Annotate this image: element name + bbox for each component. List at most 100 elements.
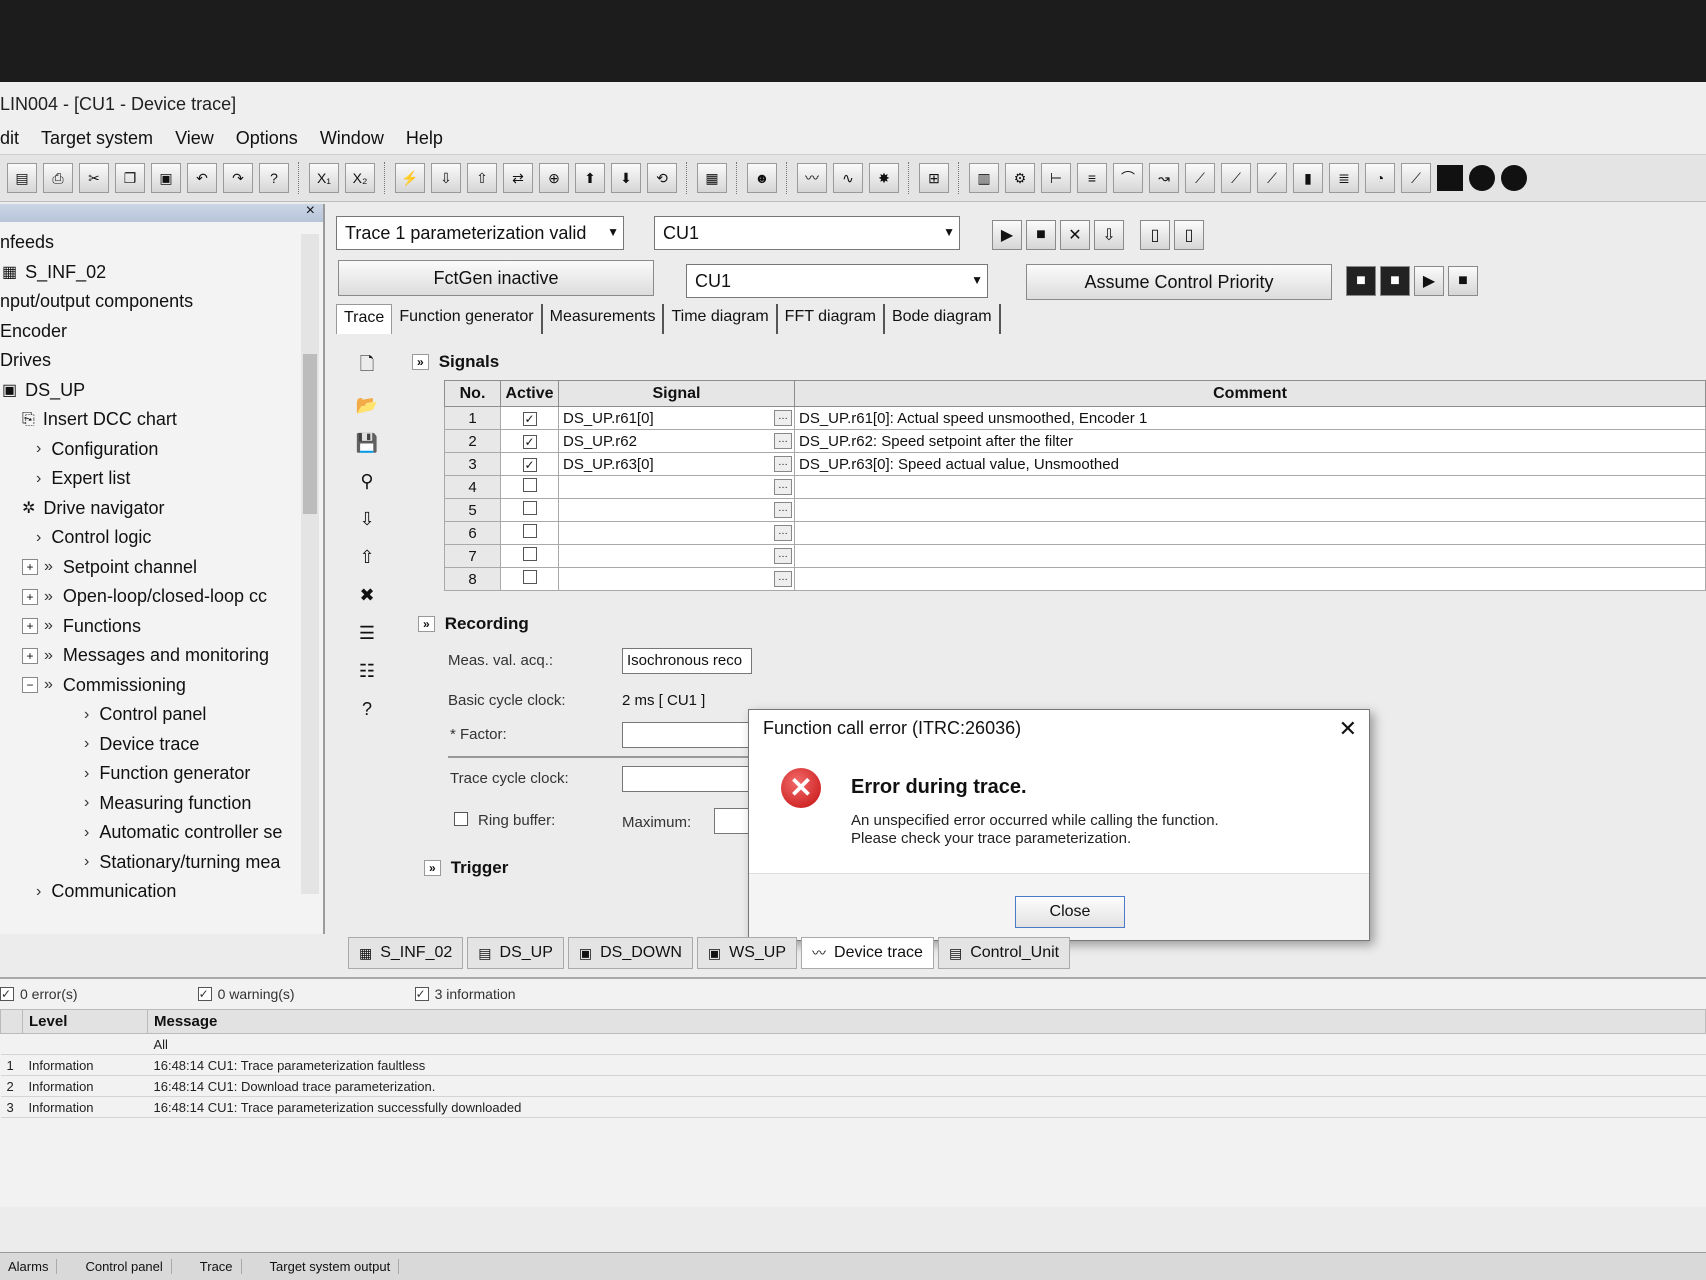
signal-cell[interactable]: DS_UP.r62… [558,429,795,453]
table-icon[interactable]: ▥ [969,163,999,193]
signal-active-cell[interactable] [500,567,559,591]
log-row[interactable]: 3 Information 16:48:14 CU1: Trace paramete… [0,1096,1706,1118]
signal-row[interactable]: 1 ✓ DS_UP.r61[0] … DS_UP.r61[0]: Actual spee… [444,406,1706,430]
ring-buffer-checkbox[interactable] [454,812,468,830]
tree-item[interactable]: Encoder [0,317,300,347]
ram-to-rom-icon[interactable]: ⊕ [539,163,569,193]
document-tab[interactable]: ▦ S_INF_02 [348,937,464,969]
tree-item[interactable]: ▣ DS_UP [0,376,300,406]
upload-signal-icon[interactable]: ⇧ [352,542,382,572]
signal-active-cell[interactable] [500,521,559,545]
signal-cell[interactable]: … [558,544,795,568]
chevron-right-icon[interactable]: › [84,706,89,724]
column-active[interactable]: Active [500,380,559,407]
log-row[interactable]: 1 Information 16:48:14 CU1: Trace paramete… [0,1054,1706,1076]
calculator-icon[interactable]: ▦ [697,163,727,193]
compare-icon[interactable]: ⇄ [503,163,533,193]
tree-item[interactable]: nfeeds [0,228,300,258]
fctgen-device-combo[interactable]: CU1 ▼ [686,264,988,298]
browse-signal-icon[interactable]: … [774,410,792,426]
copy-icon[interactable]: ❐ [115,163,145,193]
chevron-down-icon[interactable]: ▼ [971,273,983,287]
tree-item[interactable]: + » Messages and monitoring [0,641,300,671]
chevron-right-icon[interactable]: › [36,440,41,458]
column-no[interactable]: No. [444,380,501,407]
menu-options[interactable]: Options [236,128,298,149]
close-button[interactable]: Close [1015,896,1125,928]
signal-cell[interactable]: … [558,521,795,545]
subscript-x1-icon[interactable]: X₁ [309,163,339,193]
taskbar-item[interactable]: Alarms [0,1259,58,1274]
signal-row[interactable]: 4… [444,475,1706,499]
load-icon[interactable]: ⇩ [431,163,461,193]
signal-cell[interactable]: … [558,498,795,522]
expand-section-icon[interactable]: » [412,354,429,370]
ramp-3-icon[interactable]: ⟋ [1257,163,1287,193]
tree-item[interactable]: › Measuring function [0,789,300,819]
signals-section-header[interactable]: » Signals [412,352,499,372]
browse-signal-icon[interactable]: … [774,502,792,518]
function-chart-icon[interactable]: ∿ [833,163,863,193]
ramp-2-icon[interactable]: ⟋ [1221,163,1251,193]
cut-icon[interactable]: ✂ [79,163,109,193]
fctgen-square-icon[interactable]: ■ [1346,266,1376,296]
trace-cycle-field[interactable] [622,766,752,792]
meas-val-acq-field[interactable]: Isochronous reco [622,648,752,674]
tree-item[interactable]: −» Commissioning [0,671,300,701]
trace-status-combo[interactable]: Trace 1 parameterization valid ▼ [336,216,624,250]
redo-icon[interactable]: ↷ [223,163,253,193]
menu-view[interactable]: View [175,128,214,149]
tab-bode-diagram[interactable]: Bode diagram [884,304,1001,334]
fctgen-stop-icon[interactable]: ■ [1448,266,1478,296]
signal-active-cell[interactable]: ✓ [500,429,559,453]
document-tab[interactable]: ▣ WS_UP [696,937,798,969]
fctgen-play-icon[interactable]: ▶ [1414,266,1444,296]
trigger-section-header[interactable]: » Trigger [424,858,508,878]
expand-section-icon[interactable]: » [424,860,441,876]
collapse-icon[interactable]: − [22,677,38,694]
tree-item[interactable]: Drives [0,346,300,376]
device-2-icon[interactable]: ▯ [1174,220,1204,250]
signal-cell[interactable]: … [558,567,795,591]
errors-filter[interactable]: ✓ 0 error(s) [0,986,138,1002]
signal-active-cell[interactable]: ✓ [500,452,559,476]
subscript-x2-icon[interactable]: X₂ [345,163,375,193]
browse-signal-icon[interactable]: … [774,479,792,495]
tree-item[interactable]: ▦ S_INF_02 [0,258,300,288]
device-icon[interactable]: ▯ [1140,220,1170,250]
undo-icon[interactable]: ↶ [187,163,217,193]
chevron-right-icon[interactable]: › [84,735,89,753]
tab-time-diagram[interactable]: Time diagram [664,304,778,334]
chevron-right-icon[interactable]: › [84,824,89,842]
record-circle-2-icon[interactable] [1501,165,1527,191]
delete-icon[interactable]: ✖ [352,580,382,610]
signal-cell[interactable]: … [558,475,795,499]
errors-checkbox[interactable]: ✓ [0,987,14,1001]
close-icon[interactable]: ✕ [1339,716,1357,742]
chevron-down-icon[interactable]: ▼ [607,225,619,239]
document-tab[interactable]: ▤ Control_Unit [937,937,1071,969]
signal-cell[interactable]: DS_UP.r63[0]… [558,452,795,476]
list-icon[interactable]: ☰ [352,618,382,648]
expand-icon[interactable]: + [22,559,38,576]
burst-icon[interactable]: ✸ [869,163,899,193]
project-icon[interactable]: ▤ [7,163,37,193]
taskbar-item[interactable]: Trace [192,1259,242,1274]
fctgen-square-2-icon[interactable]: ■ [1380,266,1410,296]
stop-icon[interactable]: ■ [1026,220,1056,250]
lines-2-icon[interactable]: ≣ [1329,163,1359,193]
tab-trace[interactable]: Trace [336,304,393,334]
browse-signal-icon[interactable]: … [774,571,792,587]
trace-device-combo[interactable]: CU1 ▼ [654,216,960,250]
expand-icon[interactable]: + [22,647,38,664]
tree-scrollbar[interactable] [301,234,319,894]
column-level[interactable]: Level [22,1009,148,1034]
recording-section-header[interactable]: » Recording [418,614,529,634]
document-tab[interactable]: 〰 Device trace [801,937,934,969]
binoculars-icon[interactable]: ⚲ [352,466,382,496]
signal-active-checkbox[interactable] [522,547,537,561]
signal-active-checkbox[interactable] [522,501,537,515]
signal-active-checkbox[interactable] [522,524,537,538]
document-tab[interactable]: ▤ DS_UP [467,937,564,969]
information-filter[interactable]: ✓ 3 information [414,986,576,1002]
